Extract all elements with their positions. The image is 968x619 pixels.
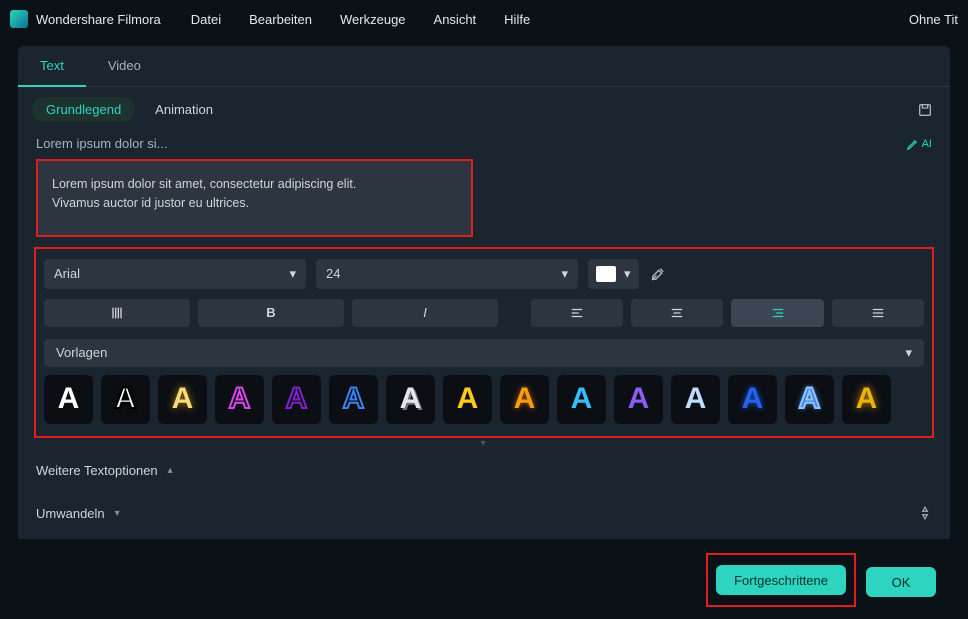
align-center-button[interactable]	[631, 299, 723, 327]
font-size-select[interactable]: 24 ▾	[316, 259, 578, 289]
reset-transform-icon[interactable]	[918, 506, 932, 520]
tab-text[interactable]: Text	[18, 46, 86, 87]
text-style-template[interactable]: A	[158, 375, 207, 424]
font-color-select[interactable]: ▾	[588, 259, 639, 289]
inspector-panel: Text Video Grundlegend Animation Lorem i…	[18, 46, 950, 539]
text-style-template[interactable]: A	[614, 375, 663, 424]
chevron-down-icon: ▾	[905, 345, 912, 361]
chevron-up-icon: ▴	[168, 465, 173, 476]
align-right-button[interactable]	[731, 299, 823, 327]
text-item-label: Lorem ipsum dolor si...	[36, 136, 168, 151]
text-style-template[interactable]: A	[557, 375, 606, 424]
menu-help[interactable]: Hilfe	[504, 12, 530, 27]
text-input[interactable]: Lorem ipsum dolor sit amet, consectetur …	[38, 161, 471, 235]
transform-section[interactable]: Umwandeln ▾	[18, 492, 950, 535]
ai-edit-button[interactable]: AI	[906, 137, 932, 151]
text-style-template[interactable]: A	[101, 375, 150, 424]
app-logo-icon	[10, 10, 28, 28]
align-justify-button[interactable]	[832, 299, 924, 327]
text-style-template[interactable]: A	[272, 375, 321, 424]
font-family-value: Arial	[54, 266, 80, 281]
text-style-template[interactable]: A	[500, 375, 549, 424]
text-style-template[interactable]: A	[842, 375, 891, 424]
subtab-row: Grundlegend Animation	[18, 87, 950, 132]
panel-tabs: Text Video	[18, 46, 950, 87]
text-style-template[interactable]: A	[386, 375, 435, 424]
main-menu: Datei Bearbeiten Werkzeuge Ansicht Hilfe	[191, 12, 530, 27]
save-preset-icon[interactable]	[914, 99, 936, 121]
color-swatch	[596, 266, 616, 282]
menu-file[interactable]: Datei	[191, 12, 221, 27]
document-title: Ohne Tit	[909, 12, 958, 27]
chevron-down-icon: ▾	[115, 508, 120, 519]
ok-button[interactable]: OK	[866, 567, 936, 597]
text-style-template[interactable]: A	[443, 375, 492, 424]
advanced-button[interactable]: Fortgeschrittene	[716, 565, 846, 595]
templates-header[interactable]: Vorlagen ▾	[44, 339, 924, 367]
subtab-animation[interactable]: Animation	[149, 97, 219, 122]
app-title: Wondershare Filmora	[36, 12, 161, 27]
menu-edit[interactable]: Bearbeiten	[249, 12, 312, 27]
spacing-button[interactable]	[44, 299, 190, 327]
menu-view[interactable]: Ansicht	[434, 12, 477, 27]
chevron-down-icon: ▾	[624, 266, 631, 282]
text-style-template[interactable]: A	[671, 375, 720, 424]
text-format-group: Arial ▾ 24 ▾ ▾ B I	[34, 247, 934, 438]
more-text-options[interactable]: Weitere Textoptionen ▴	[18, 449, 950, 492]
menu-tools[interactable]: Werkzeuge	[340, 12, 406, 27]
font-size-value: 24	[326, 266, 340, 281]
templates-label: Vorlagen	[56, 345, 107, 360]
chevron-down-icon: ▾	[561, 266, 568, 282]
title-bar: Wondershare Filmora Datei Bearbeiten Wer…	[0, 0, 968, 38]
text-style-template[interactable]: A	[329, 375, 378, 424]
subtab-basic[interactable]: Grundlegend	[32, 97, 135, 122]
transform-label: Umwandeln	[36, 506, 105, 521]
eyedropper-icon[interactable]	[649, 265, 667, 283]
text-style-template[interactable]: A	[44, 375, 93, 424]
format-row: B I	[38, 293, 930, 333]
text-content-box: Lorem ipsum dolor sit amet, consectetur …	[36, 159, 473, 237]
templates-grid: AAAAAAAAAAAAAAA	[38, 369, 930, 428]
text-style-template[interactable]: A	[215, 375, 264, 424]
text-style-template[interactable]: A	[728, 375, 777, 424]
font-family-select[interactable]: Arial ▾	[44, 259, 306, 289]
align-left-button[interactable]	[531, 299, 623, 327]
chevron-down-icon: ▾	[289, 266, 296, 282]
tab-video[interactable]: Video	[86, 46, 163, 86]
ai-label: AI	[922, 138, 932, 150]
bold-button[interactable]: B	[198, 299, 344, 327]
footer-buttons: Fortgeschrittene	[706, 553, 856, 607]
more-text-options-label: Weitere Textoptionen	[36, 463, 158, 478]
text-style-template[interactable]: A	[785, 375, 834, 424]
font-row: Arial ▾ 24 ▾ ▾	[38, 255, 930, 293]
italic-button[interactable]: I	[352, 299, 498, 327]
drag-handle-icon[interactable]: ▾	[18, 438, 950, 449]
text-item-label-row: Lorem ipsum dolor si... AI	[18, 132, 950, 159]
